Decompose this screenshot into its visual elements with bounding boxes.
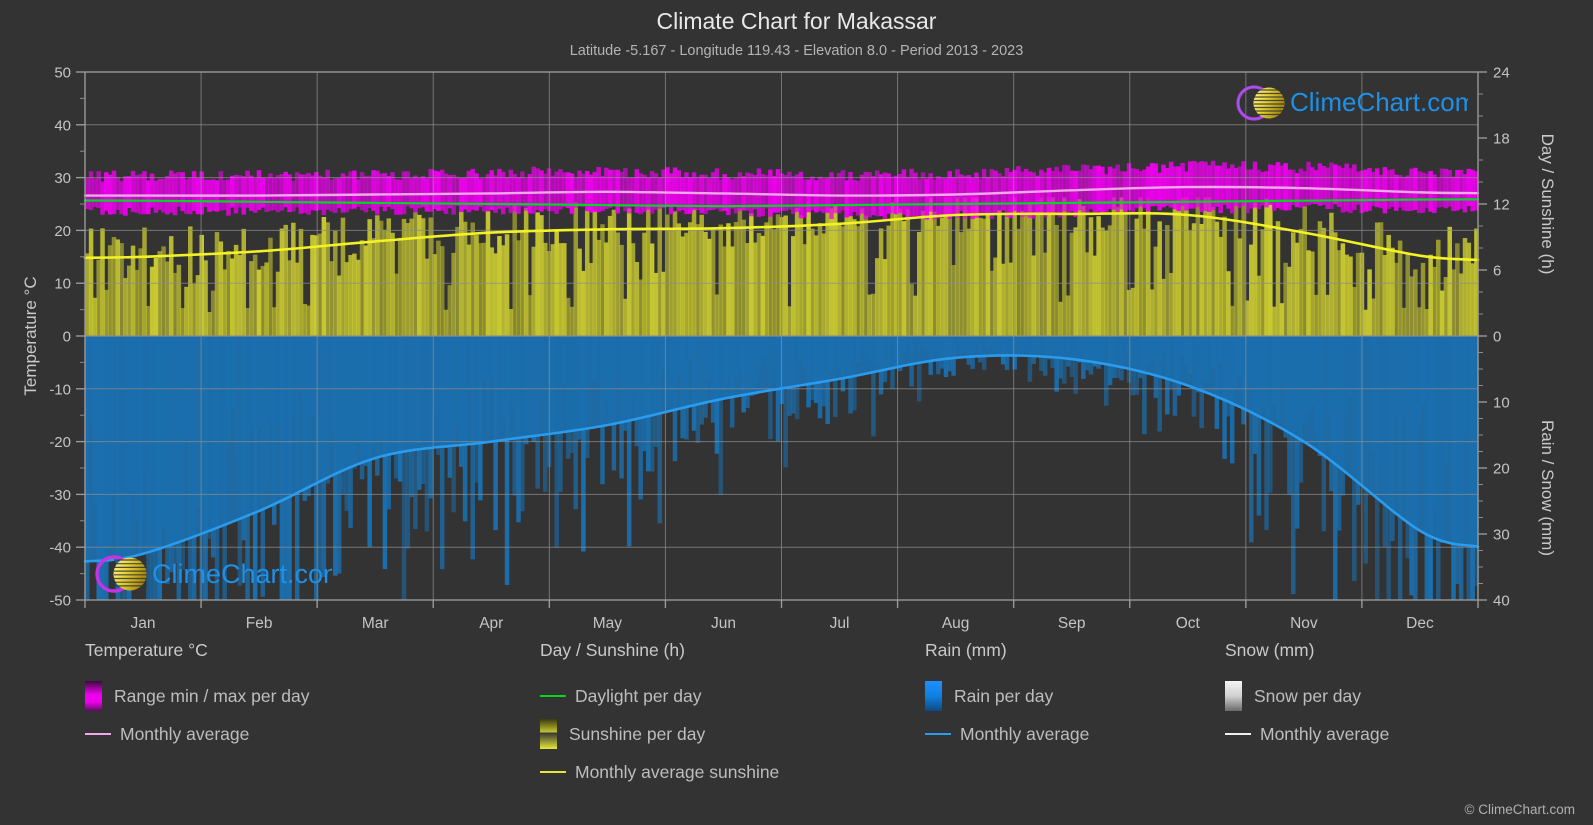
y-axis-tick-label: -40	[49, 540, 71, 557]
legend-column: Rain (mm) Rain per day Monthly average	[925, 640, 1089, 753]
legend-column: Day / Sunshine (h) Daylight per day Sunshi…	[540, 640, 779, 791]
legend-item-label: Rain per day	[954, 685, 1054, 706]
legend-column-title: Day / Sunshine (h)	[540, 640, 685, 660]
y2-bottom-tick-label: 10	[1493, 395, 1510, 412]
legend-item[interactable]: Monthly average	[85, 715, 310, 753]
legend-column-title: Snow (mm)	[1225, 640, 1315, 660]
legend-color-swatch	[85, 681, 102, 711]
legend-item-label: Snow per day	[1254, 685, 1362, 706]
x-axis-month-label: Sep	[1058, 615, 1086, 632]
x-axis-month-label: May	[593, 615, 623, 632]
y-axis-tick-label: 30	[54, 170, 71, 187]
watermark-text: ClimeChart.com	[1290, 87, 1468, 117]
chart-legend: Temperature °C Range min / max per day Mon…	[0, 640, 1593, 825]
x-axis-month-label: Jun	[711, 615, 736, 632]
legend-item-label: Daylight per day	[575, 685, 702, 706]
legend-item[interactable]: Monthly average	[925, 715, 1089, 753]
legend-color-swatch	[540, 719, 557, 749]
watermark-text-2: ClimeChart.com	[152, 559, 332, 589]
legend-line-swatch	[85, 733, 111, 735]
climechart-logo-icon-2: ClimeChart.com	[95, 555, 332, 593]
legend-column: Snow (mm) Snow per day Monthly average	[1225, 640, 1389, 753]
y2-top-tick-label: 6	[1493, 263, 1501, 280]
legend-item[interactable]: Monthly average sunshine	[540, 753, 779, 791]
watermark-logo-bottom: ClimeChart.com	[92, 552, 332, 596]
x-axis-month-label: Dec	[1406, 615, 1434, 632]
legend-item-label: Monthly average	[120, 723, 250, 744]
y-axis-tick-label: 50	[54, 65, 71, 82]
y2-top-tick-label: 0	[1493, 329, 1501, 346]
legend-color-swatch	[1225, 681, 1242, 711]
y-axis-tick-label: 10	[54, 276, 71, 293]
legend-color-swatch	[925, 681, 942, 711]
y2-top-tick-label: 24	[1493, 65, 1510, 82]
y2-bottom-axis-title: Rain / Snow (mm)	[1538, 420, 1557, 556]
legend-item-label: Monthly average	[1260, 723, 1390, 744]
y-axis-tick-label: -30	[49, 487, 71, 504]
legend-line-swatch	[540, 695, 566, 697]
y-axis-tick-label: -50	[49, 593, 71, 610]
legend-item-label: Sunshine per day	[569, 723, 706, 744]
legend-item[interactable]: Range min / max per day	[85, 677, 310, 715]
y2-bottom-tick-label: 30	[1493, 527, 1510, 544]
y-axis-title: Temperature °C	[21, 276, 40, 395]
legend-item-label: Range min / max per day	[114, 685, 310, 706]
x-axis-month-label: Jul	[830, 615, 850, 632]
legend-line-swatch	[925, 733, 951, 735]
y2-top-tick-label: 12	[1493, 197, 1510, 214]
legend-column: Temperature °C Range min / max per day Mon…	[85, 640, 310, 753]
y2-bottom-tick-label: 20	[1493, 461, 1510, 478]
copyright-text: © ClimeChart.com	[1464, 802, 1575, 817]
legend-column-title: Rain (mm)	[925, 640, 1007, 660]
legend-item[interactable]: Monthly average	[1225, 715, 1389, 753]
watermark-logo-top: ClimeChart.com	[1233, 82, 1468, 124]
legend-item-label: Monthly average sunshine	[575, 761, 780, 782]
legend-line-swatch	[1225, 733, 1251, 735]
legend-item[interactable]: Snow per day	[1225, 677, 1389, 715]
y-axis-tick-label: 0	[63, 329, 71, 346]
y-axis-tick-label: 40	[54, 117, 71, 134]
legend-item-label: Monthly average	[960, 723, 1090, 744]
x-axis-month-label: Apr	[479, 615, 503, 632]
x-axis-month-label: Aug	[942, 615, 970, 632]
climechart-logo-icon: ClimeChart.com	[1236, 85, 1468, 121]
y-axis-tick-label: -10	[49, 381, 71, 398]
legend-item[interactable]: Daylight per day	[540, 677, 779, 715]
x-axis-month-label: Feb	[246, 615, 273, 632]
y2-top-tick-label: 18	[1493, 131, 1510, 148]
legend-line-swatch	[540, 771, 566, 773]
y-axis-tick-label: -20	[49, 434, 71, 451]
legend-item[interactable]: Sunshine per day	[540, 715, 779, 753]
x-axis-month-label: Jan	[131, 615, 156, 632]
x-axis-month-label: Oct	[1176, 615, 1201, 632]
legend-item[interactable]: Rain per day	[925, 677, 1089, 715]
y2-top-axis-title: Day / Sunshine (h)	[1538, 134, 1557, 275]
x-axis-month-label: Nov	[1290, 615, 1318, 632]
legend-column-title: Temperature °C	[85, 640, 208, 660]
y-axis-tick-label: 20	[54, 223, 71, 240]
x-axis-month-label: Mar	[362, 615, 389, 632]
y2-bottom-tick-label: 40	[1493, 593, 1510, 610]
